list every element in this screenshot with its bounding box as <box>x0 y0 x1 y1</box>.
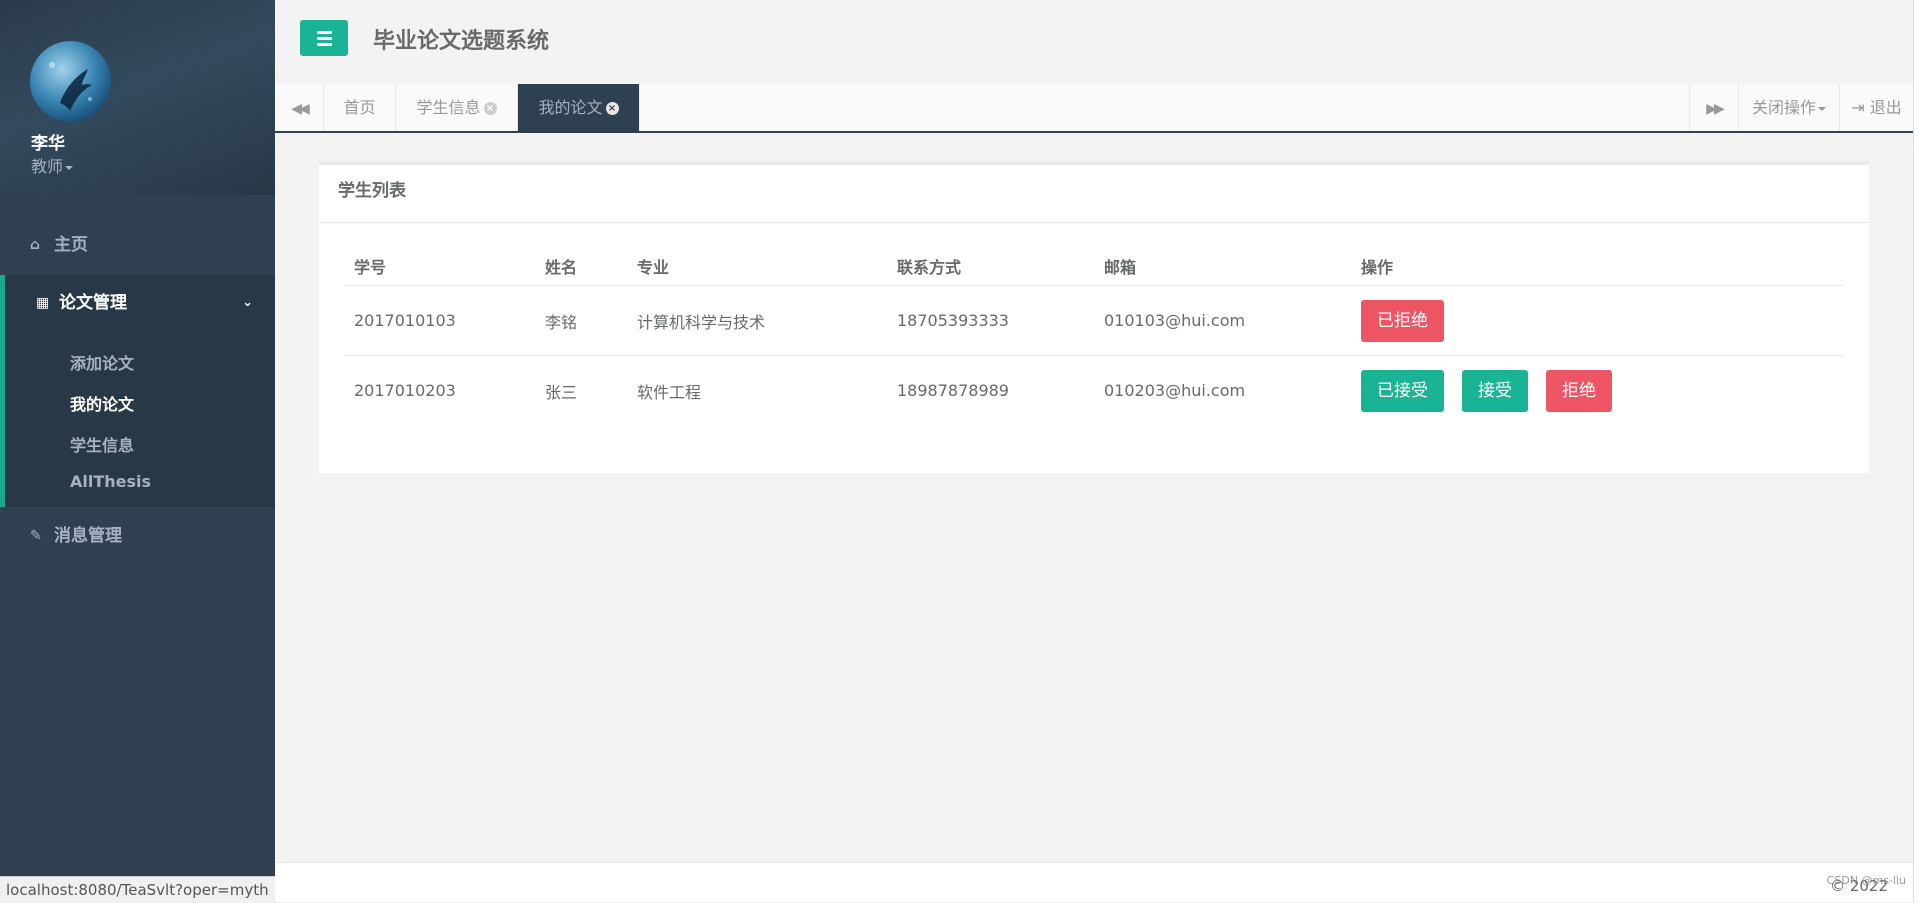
cell-name: 张三 <box>545 382 578 402</box>
table-row: 2017010103 李铭 计算机科学与技术 18705393333 01010… <box>344 285 1844 356</box>
column-header: 学号 <box>344 247 535 286</box>
window-right-edge <box>1913 0 1920 902</box>
accepted-button[interactable]: 已接受 <box>1361 369 1444 412</box>
cell-student-id: 2017010103 <box>344 285 535 356</box>
caret-down-icon <box>1818 106 1826 111</box>
reject-button[interactable]: 拒绝 <box>1546 369 1612 412</box>
app-title: 毕业论文选题系统 <box>373 29 550 54</box>
column-header: 邮箱 <box>1094 247 1351 286</box>
logout-icon: ⇥ <box>1851 98 1865 117</box>
caret-down-icon <box>65 165 74 170</box>
sidebar-item-label: 消息管理 <box>54 526 122 546</box>
browser-status-url: localhost:8080/TeaSvlt?oper=myth <box>0 876 276 903</box>
tabs-scroll-right-button[interactable]: ▶▶ <box>1689 84 1739 131</box>
cell-email: 010203@hui.com <box>1104 381 1246 400</box>
chevron-down-icon: ⌄ <box>242 295 253 310</box>
avatar[interactable] <box>30 41 111 122</box>
cell-student-id: 2017010203 <box>354 381 456 400</box>
footer: CSDN @ms-liu © 2022 <box>275 862 1920 902</box>
table-header-row: 学号 姓名 专业 联系方式 邮箱 操作 <box>344 247 1844 286</box>
sidebar-item-label: 主页 <box>54 235 88 255</box>
profile-area: 李华 教师 <box>0 0 275 195</box>
cell-phone: 18705393333 <box>887 285 1094 356</box>
close-circle-icon[interactable]: × <box>483 102 497 115</box>
close-operations-dropdown[interactable]: 关闭操作 <box>1739 84 1840 131</box>
sidebar-item-home[interactable]: ⌂ 主页 <box>0 220 275 270</box>
logout-button[interactable]: ⇥ 退出 <box>1840 84 1913 131</box>
double-right-icon: ▶▶ <box>1706 101 1724 117</box>
tab-label: 我的论文 <box>538 98 603 117</box>
sidebar-subitem-add-thesis[interactable]: 添加论文 <box>70 350 134 374</box>
cell-email: 010103@hui.com <box>1094 285 1351 356</box>
cell-major: 计算机科学与技术 <box>627 285 887 356</box>
close-circle-icon[interactable]: × <box>605 102 619 115</box>
sidebar-subitem-my-thesis[interactable]: 我的论文 <box>70 391 134 415</box>
tab-student-info[interactable]: 学生信息 × <box>396 84 518 131</box>
top-header: 毕业论文选题系统 <box>275 0 1920 84</box>
logout-label: 退出 <box>1869 98 1902 117</box>
double-left-icon: ◀◀ <box>291 101 309 117</box>
copyright: © 2022 <box>1830 877 1888 895</box>
sidebar-item-thesis-management[interactable]: ▦ 论文管理 ⌄ <box>5 275 275 331</box>
rejected-button[interactable]: 已拒绝 <box>1361 299 1444 342</box>
home-icon: ⌂ <box>30 237 41 253</box>
user-role: 教师 <box>31 157 64 176</box>
table-row: 2017010203 张三 软件工程 18987878989 010203@hu… <box>344 356 1844 426</box>
student-list-panel: 学生列表 学号 姓名 专业 联系方式 邮箱 操作 2017010103 李铭 计… <box>319 161 1869 473</box>
column-header: 联系方式 <box>887 247 1094 286</box>
cell-actions: 已拒绝 <box>1351 285 1844 356</box>
student-table: 学号 姓名 专业 联系方式 邮箱 操作 2017010103 李铭 计算机科学与… <box>344 247 1844 425</box>
cell-actions: 已接受 接受 拒绝 <box>1351 356 1844 426</box>
edit-icon: ✎ <box>30 528 42 544</box>
close-operations-label: 关闭操作 <box>1751 98 1816 117</box>
dolphin-icon <box>49 62 92 111</box>
user-name: 李华 <box>31 134 65 154</box>
column-header: 专业 <box>627 247 887 286</box>
tab-label: 学生信息 <box>416 98 481 117</box>
table-icon: ▦ <box>36 295 50 311</box>
column-header: 姓名 <box>535 247 627 286</box>
sidebar-item-label: 论文管理 <box>59 293 127 313</box>
tab-label: 首页 <box>343 98 376 117</box>
sidebar-group-thesis: ▦ 论文管理 ⌄ 添加论文 我的论文 学生信息 AllThesis <box>0 275 275 507</box>
menu-icon <box>317 31 332 34</box>
tab-home[interactable]: 首页 <box>324 84 396 131</box>
tab-my-thesis[interactable]: 我的论文 × <box>518 84 640 131</box>
menu-toggle-button[interactable] <box>300 20 348 56</box>
tab-bar: ◀◀ 首页 学生信息 × 我的论文 × ▶▶ 关闭操作 ⇥ 退出 <box>275 84 1920 133</box>
cell-name: 李铭 <box>535 285 627 356</box>
cell-major: 软件工程 <box>637 382 702 402</box>
sidebar: 李华 教师 ⌂ 主页 ▦ 论文管理 ⌄ 添加论文 我的论文 学生信息 AllTh… <box>0 0 275 902</box>
sidebar-item-messages[interactable]: ✎ 消息管理 <box>0 511 275 561</box>
panel-title: 学生列表 <box>319 165 1869 223</box>
column-header: 操作 <box>1351 247 1844 286</box>
tabs-scroll-left-button[interactable]: ◀◀ <box>275 84 324 131</box>
sidebar-subitem-all-thesis[interactable]: AllThesis <box>70 472 151 491</box>
accept-button[interactable]: 接受 <box>1462 369 1528 412</box>
sidebar-subitem-student-info[interactable]: 学生信息 <box>70 432 134 456</box>
user-role-dropdown[interactable]: 教师 <box>31 153 74 177</box>
cell-phone: 18987878989 <box>897 381 1009 400</box>
